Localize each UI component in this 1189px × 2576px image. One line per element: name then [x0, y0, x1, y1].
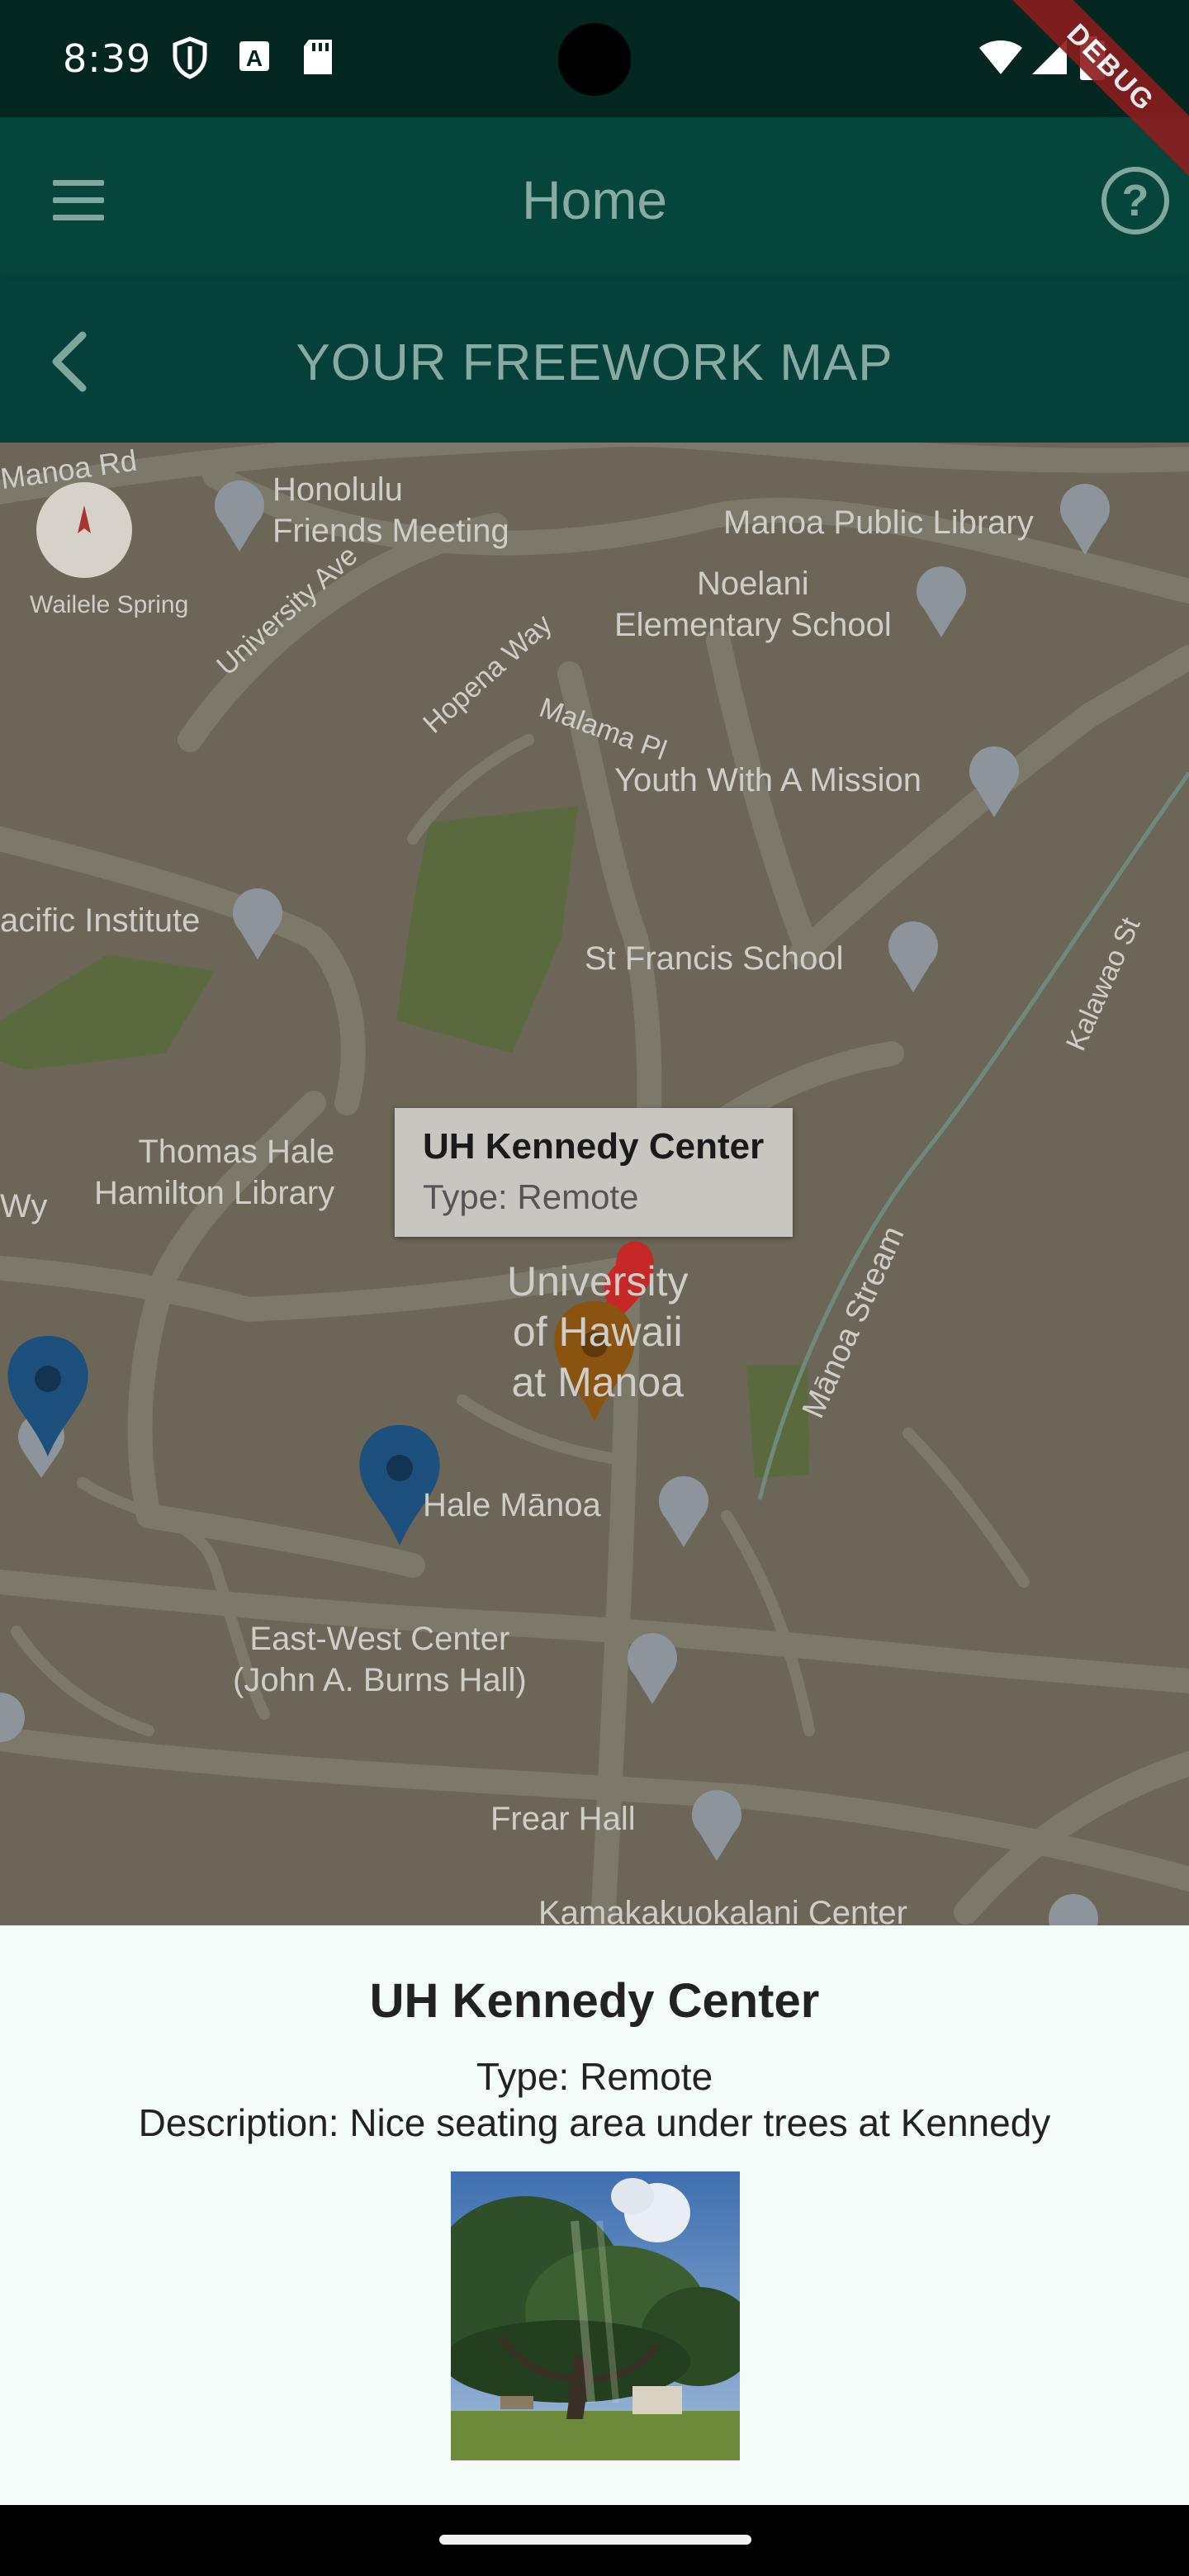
- location-photo: [451, 2171, 740, 2460]
- map-label-manoa-library: Manoa Public Library: [723, 504, 1034, 541]
- marker-info-window[interactable]: UH Kennedy Center Type: Remote: [395, 1108, 793, 1237]
- status-bar: 8:39 A: [0, 0, 1189, 117]
- wifi-icon: [979, 40, 1022, 74]
- map-label-wailele: Wailele Spring: [30, 591, 189, 618]
- front-camera: [558, 23, 631, 96]
- map-label-pacific-institute: acific Institute: [0, 902, 201, 939]
- page-title: Home: [521, 169, 668, 230]
- location-detail-sheet: UH Kennedy Center Type: Remote Descripti…: [0, 1925, 1189, 2505]
- help-icon[interactable]: ?: [1101, 167, 1169, 234]
- location-description: Description: Nice seating area under tre…: [138, 2101, 1051, 2144]
- map-label-frear-hall: Frear Hall: [490, 1801, 636, 1837]
- compass-icon[interactable]: [36, 482, 132, 578]
- sd-card-icon: [304, 40, 332, 74]
- map-label-hamilton: Thomas Hale Hamilton Library: [94, 1134, 335, 1211]
- map-label-wy: Wy: [0, 1188, 48, 1224]
- blue-location-marker[interactable]: [358, 1425, 441, 1547]
- svg-text:A: A: [246, 45, 263, 71]
- blue-location-marker[interactable]: [7, 1336, 89, 1458]
- info-window-title: UH Kennedy Center: [423, 1126, 765, 1167]
- app-bar: Home ?: [0, 117, 1189, 279]
- status-time: 8:39: [63, 36, 152, 81]
- home-gesture-handle[interactable]: [439, 2535, 751, 2545]
- map-label-ywam: Youth With A Mission: [614, 762, 922, 798]
- location-title: UH Kennedy Center: [369, 1974, 820, 2028]
- map-label-east-west-center: East-West Center (John A. Burns Hall): [233, 1621, 527, 1698]
- orange-location-marker[interactable]: [553, 1301, 636, 1423]
- a-icon: A: [239, 41, 269, 71]
- map-label-noelani: Noelani Elementary School: [614, 566, 892, 643]
- map-title: YOUR FREEWORK MAP: [296, 334, 893, 391]
- navigation-bar: [0, 2505, 1189, 2576]
- map-label-st-francis: St Francis School: [585, 940, 844, 977]
- info-window-type: Type: Remote: [423, 1177, 639, 1216]
- map-label-honolulu-friends: Honolulu Friends Meeting: [272, 471, 509, 549]
- map-label-hale-manoa: Hale Mānoa: [423, 1487, 601, 1523]
- map-header: YOUR FREEWORK MAP: [0, 279, 1189, 443]
- shield-icon: [173, 36, 207, 79]
- map-view[interactable]: Manoa Rd Honolulu Friends Meeting Manoa …: [0, 443, 1189, 1925]
- location-type: Type: Remote: [476, 2055, 713, 2098]
- map-label-kamakakuokalani: Kamakakuokalani Center: [538, 1895, 907, 1925]
